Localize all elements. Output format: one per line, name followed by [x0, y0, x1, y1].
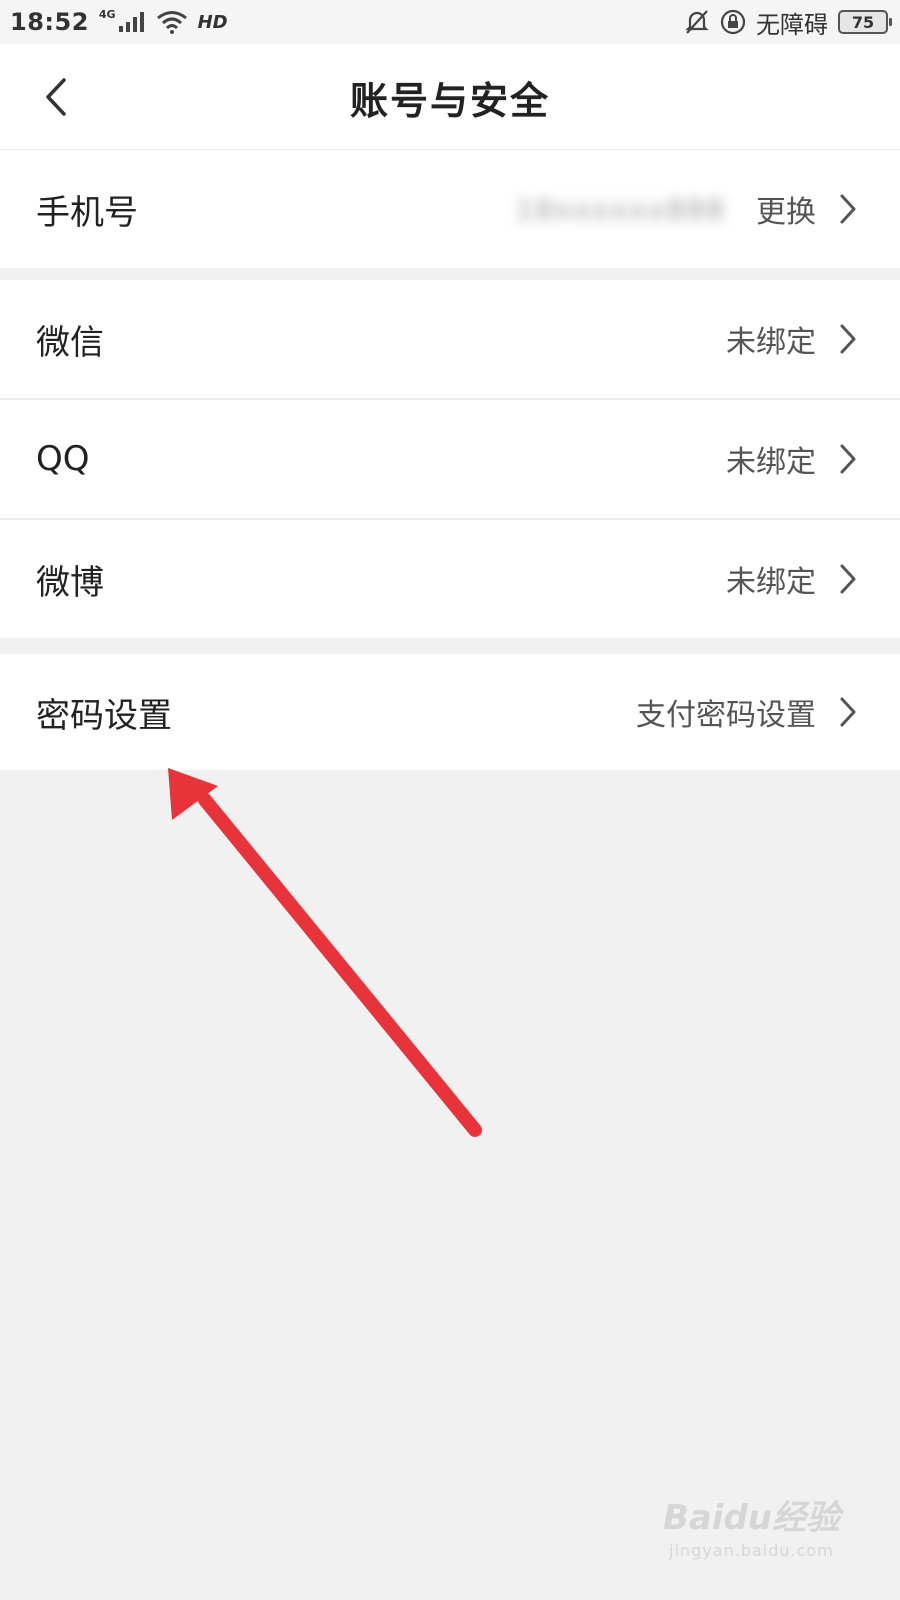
- mute-bell-icon: [685, 10, 709, 34]
- status-time: 18:52: [10, 8, 89, 36]
- row-weibo-value: 未绑定: [726, 565, 816, 600]
- battery-icon: 75: [838, 10, 892, 34]
- chevron-right-icon: [838, 563, 858, 595]
- nav-bar: 账号与安全: [0, 44, 900, 150]
- status-bar: 18:52 4G HD 无障碍 75: [0, 0, 900, 44]
- status-left: 18:52 4G HD: [10, 7, 228, 37]
- watermark-url: jingyan.baidu.com: [669, 1541, 834, 1560]
- row-qq-label: QQ: [36, 439, 90, 479]
- row-weibo-right: 未绑定: [726, 557, 858, 601]
- chevron-right-icon: [838, 193, 858, 225]
- chevron-right-icon: [838, 443, 858, 475]
- row-phone-right: 18xxxxxx888 更换: [516, 187, 859, 231]
- page-title: 账号与安全: [349, 78, 550, 123]
- network-type: 4G: [98, 7, 116, 21]
- row-password-label: 密码设置: [36, 695, 172, 736]
- row-weibo[interactable]: 微博 未绑定: [0, 520, 900, 638]
- row-weibo-label: 微博: [36, 562, 104, 603]
- row-wechat[interactable]: 微信 未绑定: [0, 280, 900, 398]
- change-phone-link[interactable]: 更换: [756, 187, 816, 231]
- row-wechat-right: 未绑定: [726, 317, 858, 361]
- row-phone[interactable]: 手机号 18xxxxxx888 更换: [0, 150, 900, 268]
- row-password[interactable]: 密码设置 支付密码设置: [0, 654, 900, 770]
- chevron-right-icon: [838, 323, 858, 355]
- row-password-value: 支付密码设置: [636, 698, 816, 733]
- signal-icon: [118, 12, 144, 32]
- battery-level: 75: [851, 12, 875, 32]
- row-qq-right: 未绑定: [726, 437, 858, 481]
- accessibility-label: 无障碍: [756, 10, 828, 39]
- row-password-right: 支付密码设置: [636, 690, 858, 734]
- row-wechat-value: 未绑定: [726, 325, 816, 360]
- row-qq-value: 未绑定: [726, 445, 816, 480]
- row-phone-label: 手机号: [36, 192, 138, 233]
- status-right: 无障碍 75: [684, 5, 892, 40]
- row-wechat-label: 微信: [36, 322, 104, 363]
- rotation-lock-icon: [720, 9, 746, 35]
- wifi-icon: [156, 11, 187, 34]
- watermark-logo: Baidu经验: [662, 1498, 840, 1538]
- hd-icon: HD: [197, 11, 228, 33]
- watermark: Baidu经验 jingyan.baidu.com: [663, 1490, 840, 1560]
- phone-number-blurred: 18xxxxxx888: [515, 192, 726, 226]
- chevron-right-icon: [838, 696, 858, 728]
- row-qq[interactable]: QQ 未绑定: [0, 400, 900, 518]
